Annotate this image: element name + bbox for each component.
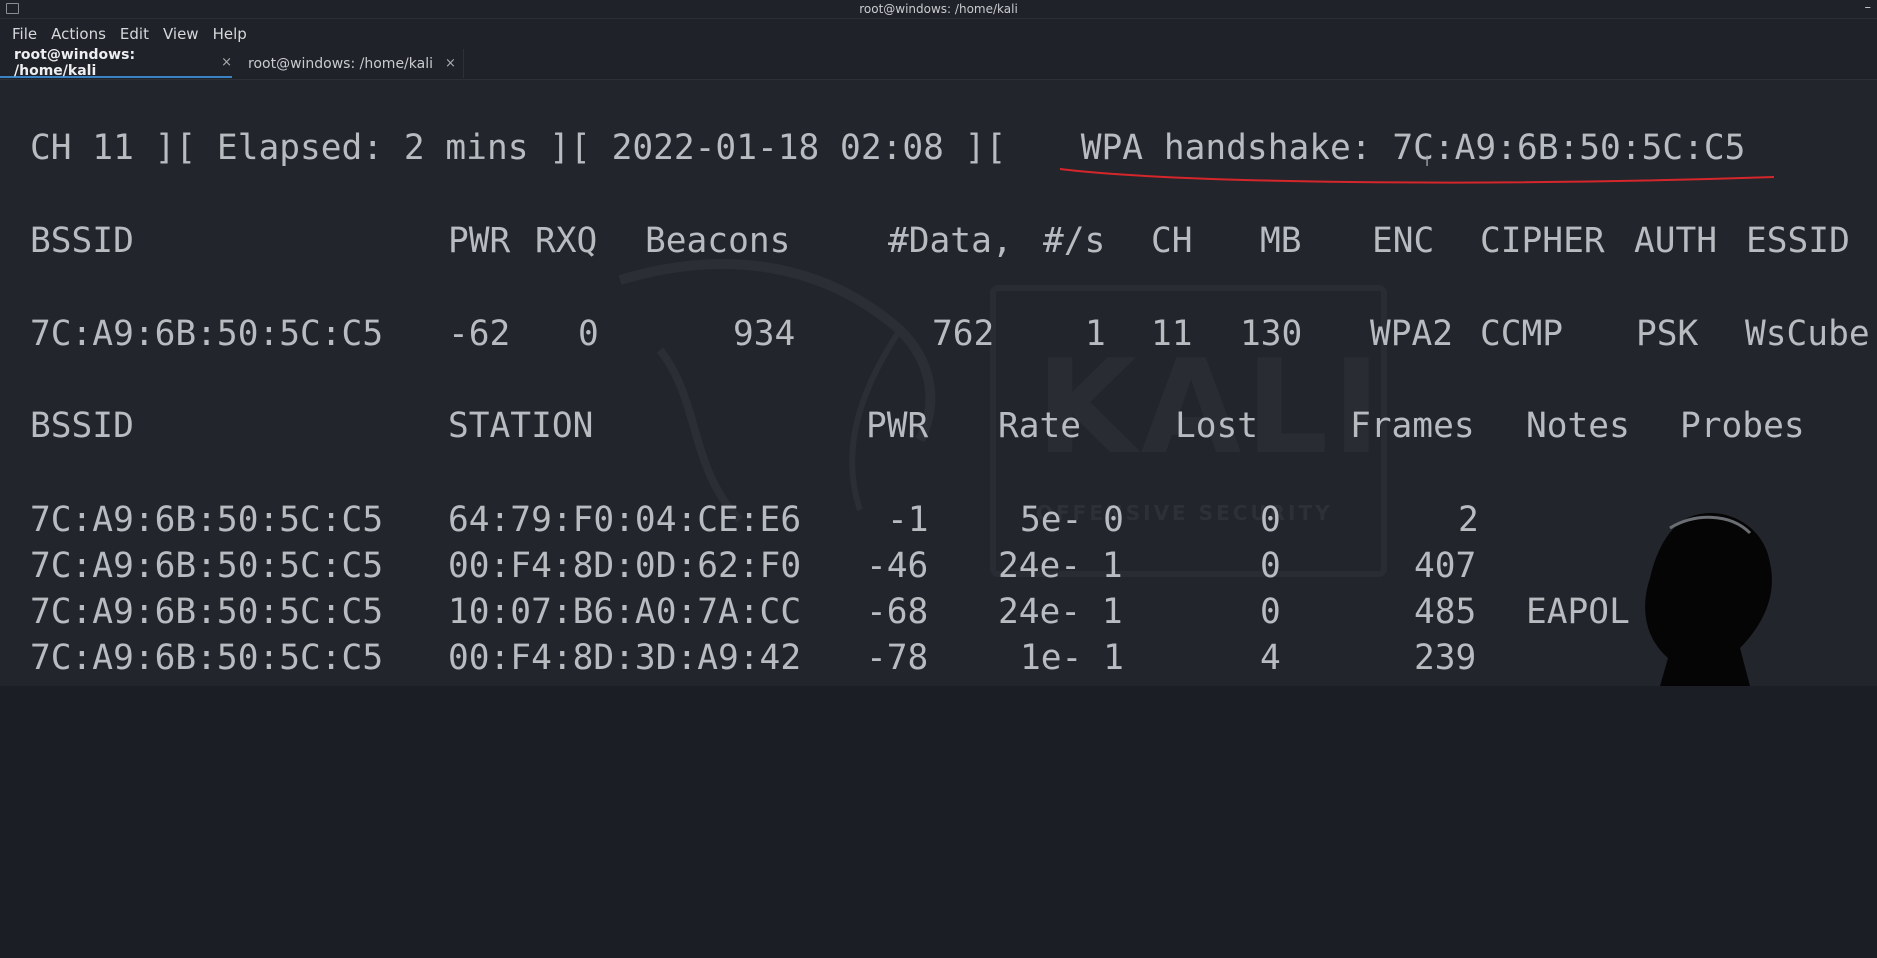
menu-bar: File Actions Edit View Help [0,19,1877,49]
col-ch: CH [1151,221,1193,261]
col-mb: MB [1260,221,1302,261]
ap-cipher: CCMP [1480,314,1564,354]
ap-bssid: 7C:A9:6B:50:5C:C5 [30,314,384,354]
col-frames: Frames [1350,406,1475,446]
menu-edit[interactable]: Edit [120,25,149,43]
sta-bssid: 7C:A9:6B:50:5C:C5 [30,592,384,632]
tab-label: root@windows: /home/kali [14,46,136,79]
status-elapsed: CH 11 ][ Elapsed: 2 mins ][ 2022-01-18 0… [30,128,1007,168]
ap-essid: WsCube [1745,314,1870,354]
sta-frames: 485 [1414,592,1477,632]
handshake-underline [1059,168,1775,184]
sta-lost: 0 [1260,546,1281,586]
text-cursor-icon: I [1425,154,1430,170]
sta-row: 7C:A9:6B:50:5C:C5 00:F4:8D:0D:62:F0 -46 … [0,546,1476,588]
menu-help[interactable]: Help [213,25,247,43]
sta-station: 00:F4:8D:3D:A9:42 [448,638,802,678]
sta-frames: 407 [1414,546,1477,586]
col-rate: Rate [998,406,1082,446]
sta-row: 7C:A9:6B:50:5C:C5 10:07:B6:A0:7A:CC -68 … [0,592,1630,634]
col-pwr: PWR [866,406,929,446]
tab-label: root@windows: /home/kali [248,55,433,72]
sta-bssid: 7C:A9:6B:50:5C:C5 [30,500,384,540]
ap-pwr: -62 [448,314,511,354]
col-probes: Probes [1680,406,1805,446]
col-pwr: PWR [448,221,511,261]
sta-bssid: 7C:A9:6B:50:5C:C5 [30,546,384,586]
menu-file[interactable]: File [12,25,37,43]
presenter-webcam-overlay [1645,512,1772,686]
col-auth: AUTH [1634,221,1718,261]
col-beacons: Beacons [645,221,791,261]
col-notes: Notes [1526,406,1630,446]
ap-rate: 1 [1085,314,1106,354]
tab-close-icon[interactable]: × [445,56,456,71]
col-cipher: CIPHER [1480,221,1605,261]
col-rxq: RXQ [535,221,598,261]
sta-lost: 4 [1260,638,1281,678]
col-data: #Data, [888,221,1013,261]
ap-mb: 130 [1240,314,1303,354]
minimize-button[interactable]: – [1865,0,1872,15]
status-line: CH 11 ][ Elapsed: 2 mins ][ 2022-01-18 0… [0,128,1745,170]
sta-pwr: -1 [887,500,929,540]
col-bssid: BSSID [30,406,134,446]
menu-view[interactable]: View [163,25,199,43]
sta-rate: 24e- 1 [998,592,1123,632]
col-rate: #/s [1043,221,1106,261]
ap-row: 7C:A9:6B:50:5C:C5 -62 0 934 762 1 11 130… [0,314,1870,356]
ap-enc: WPA2 [1370,314,1454,354]
ap-header-row: BSSID PWR RXQ Beacons #Data, #/s CH MB E… [0,221,1850,263]
tab-bar: root@windows: /home/kali × root@windows:… [0,46,1877,80]
tab-terminal-2[interactable]: root@windows: /home/kali × [234,49,464,78]
sta-row: 7C:A9:6B:50:5C:C5 00:F4:8D:3D:A9:42 -78 … [0,638,1476,680]
sta-station: 10:07:B6:A0:7A:CC [448,592,802,632]
menu-actions[interactable]: Actions [51,25,106,43]
sta-pwr: -46 [866,546,929,586]
sta-lost: 0 [1260,500,1281,540]
sta-lost: 0 [1260,592,1281,632]
window-title: root@windows: /home/kali [859,2,1018,16]
status-handshake: WPA handshake: 7C:A9:6B:50:5C:C5 [1060,128,1746,168]
ap-ch: 11 [1151,314,1193,354]
ap-beacons: 934 [733,314,796,354]
sta-rate: 1e- 1 [1020,638,1124,678]
sta-station: 64:79:F0:04:CE:E6 [448,500,802,540]
sta-pwr: -68 [866,592,929,632]
tab-terminal-1[interactable]: root@windows: /home/kali × [0,46,232,79]
sta-row: 7C:A9:6B:50:5C:C5 64:79:F0:04:CE:E6 -1 5… [0,500,1479,542]
ap-data: 762 [932,314,995,354]
col-station: STATION [448,406,594,446]
col-bssid: BSSID [30,221,134,261]
sta-header-row: BSSID STATION PWR Rate Lost Frames Notes… [0,406,1805,448]
sta-frames: 239 [1414,638,1477,678]
ap-auth: PSK [1636,314,1699,354]
col-enc: ENC [1372,221,1435,261]
sta-frames: 2 [1458,500,1479,540]
col-lost: Lost [1175,406,1259,446]
sta-pwr: -78 [866,638,929,678]
sta-rate: 24e- 1 [998,546,1123,586]
sta-notes: EAPOL [1526,592,1630,632]
sta-bssid: 7C:A9:6B:50:5C:C5 [30,638,384,678]
sta-rate: 5e- 0 [1020,500,1124,540]
kali-dragon-watermark [618,259,936,523]
sta-station: 00:F4:8D:0D:62:F0 [448,546,802,586]
window-titlebar: root@windows: /home/kali – [0,0,1877,19]
ap-rxq: 0 [578,314,599,354]
tab-close-icon[interactable]: × [221,55,232,70]
col-essid: ESSID [1746,221,1850,261]
